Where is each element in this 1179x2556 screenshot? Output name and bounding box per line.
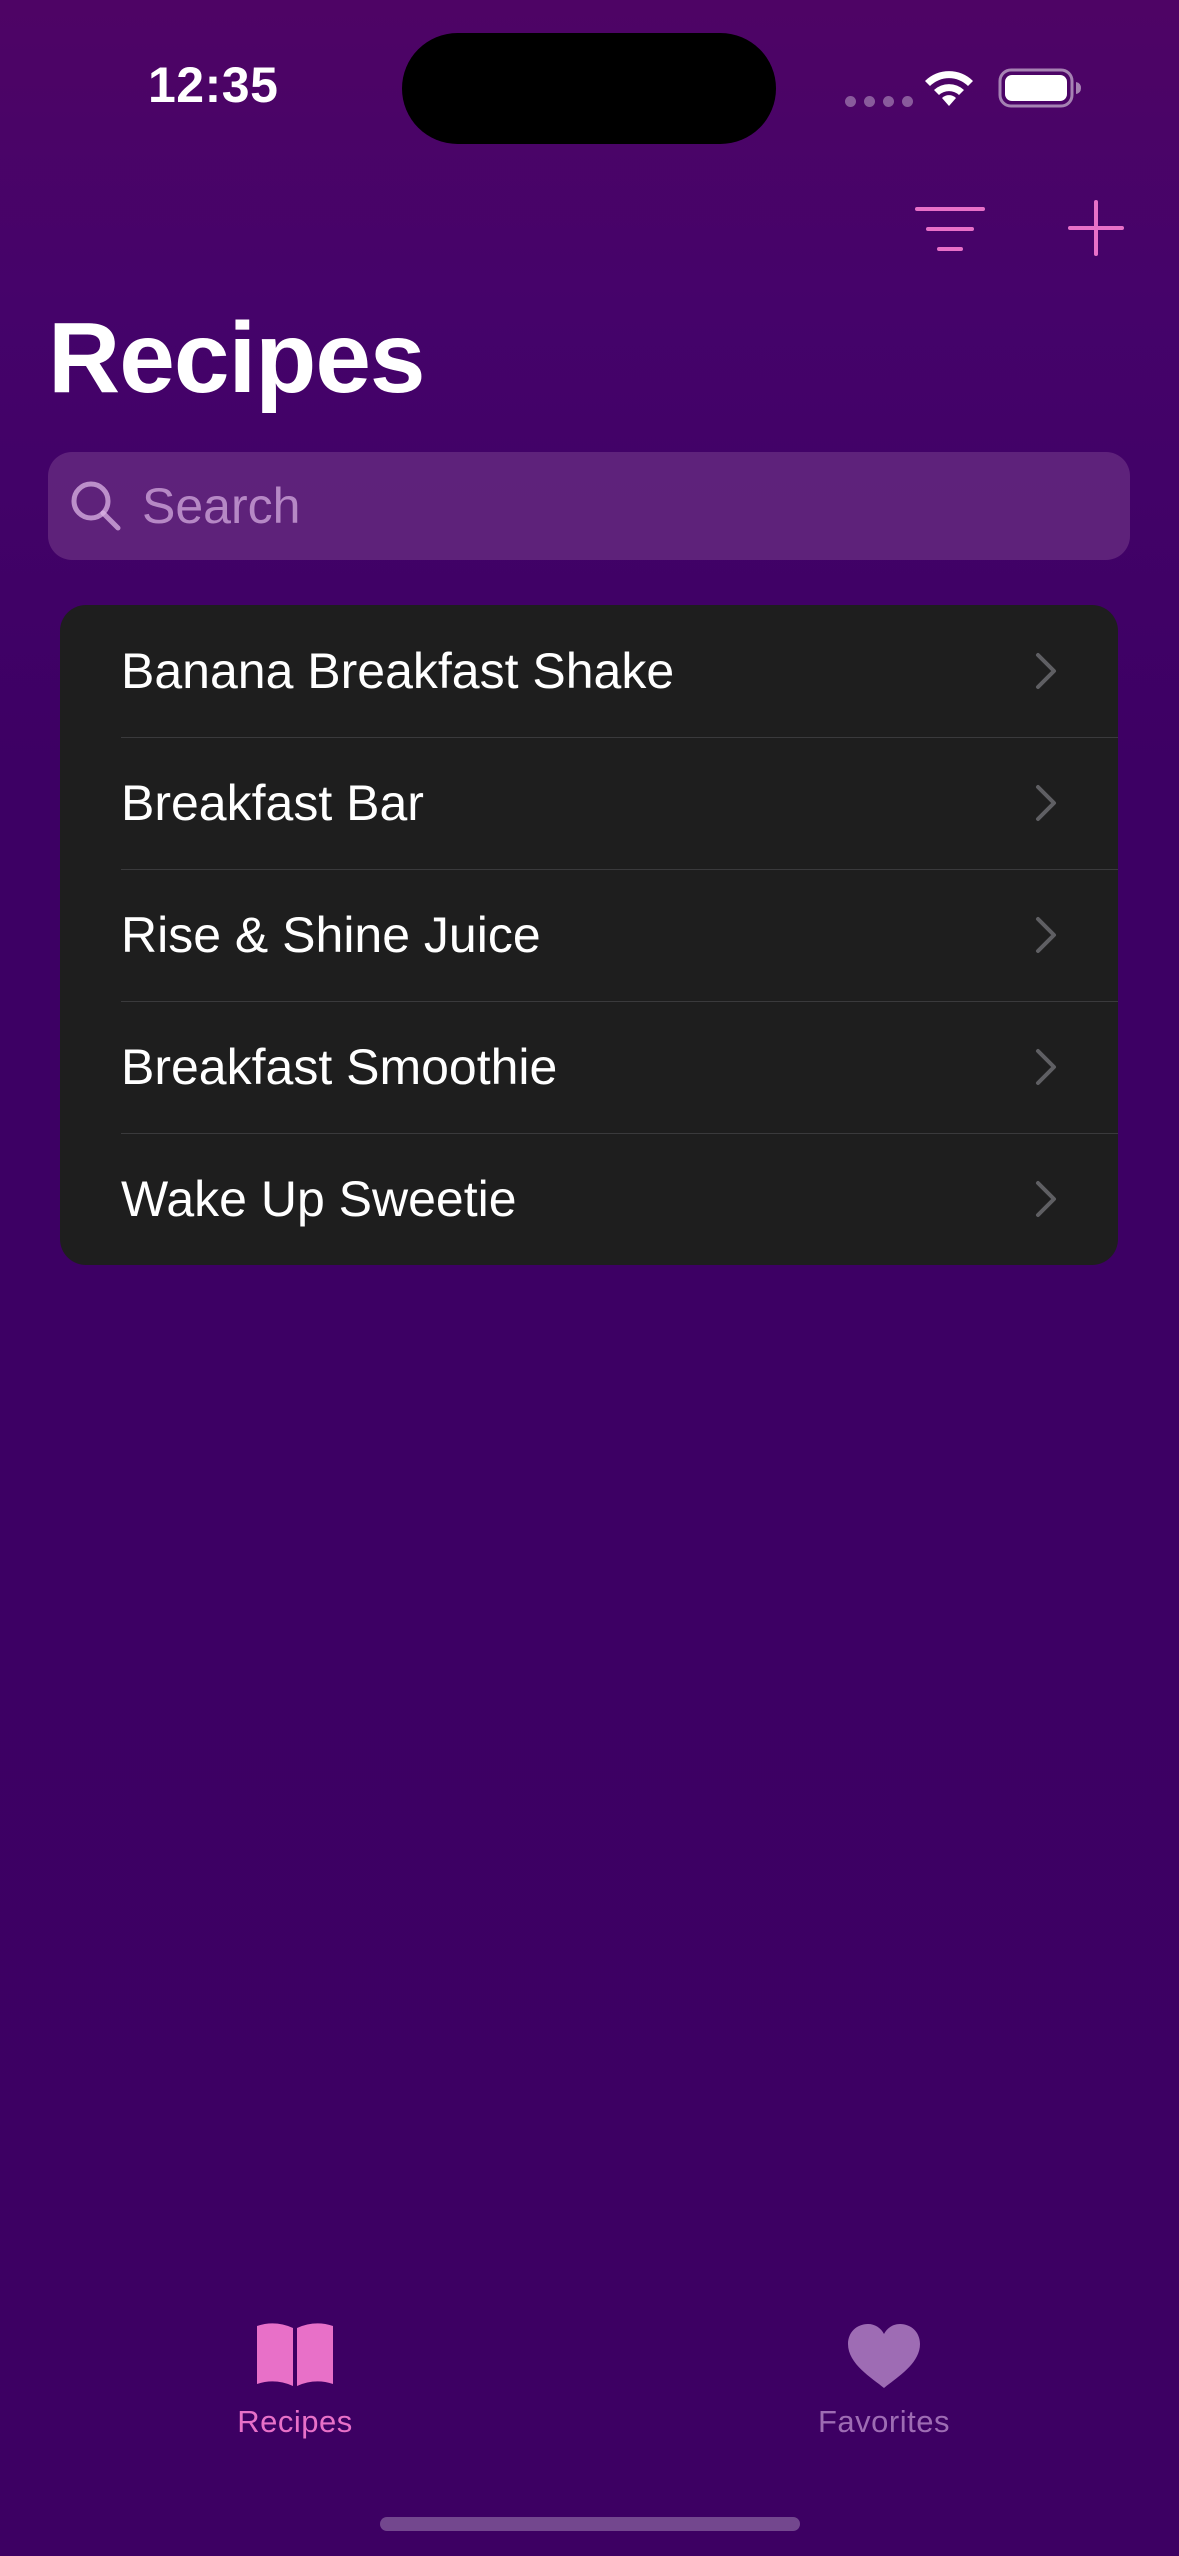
battery-icon xyxy=(998,68,1081,108)
heart-icon xyxy=(848,2324,920,2388)
search-bar[interactable] xyxy=(48,452,1130,560)
cellular-signal-icon xyxy=(845,96,913,107)
dynamic-island xyxy=(402,33,776,144)
chevron-right-icon xyxy=(1036,1049,1056,1085)
list-item-label: Banana Breakfast Shake xyxy=(121,643,675,699)
list-item[interactable]: Rise & Shine Juice xyxy=(60,869,1118,1001)
list-item-label: Wake Up Sweetie xyxy=(121,1171,517,1227)
chevron-right-icon xyxy=(1036,785,1056,821)
chevron-right-icon xyxy=(1036,653,1056,689)
plus-icon xyxy=(1068,200,1124,256)
filter-button[interactable] xyxy=(910,196,990,262)
list-item-label: Breakfast Bar xyxy=(121,775,424,831)
book-icon xyxy=(257,2323,333,2386)
search-input[interactable] xyxy=(140,465,1106,547)
wifi-icon xyxy=(925,71,973,106)
recipe-list: Banana Breakfast Shake Breakfast Bar Ris… xyxy=(60,605,1118,1265)
chevron-right-icon xyxy=(1036,917,1056,953)
page-title: Recipes xyxy=(48,302,426,414)
tab-favorites[interactable]: Favorites xyxy=(734,2320,1034,2440)
list-item[interactable]: Wake Up Sweetie xyxy=(60,1133,1118,1265)
home-indicator xyxy=(380,2517,800,2531)
list-item[interactable]: Breakfast Bar xyxy=(60,737,1118,869)
tab-label: Recipes xyxy=(237,2404,353,2439)
list-item[interactable]: Banana Breakfast Shake xyxy=(60,605,1118,737)
tab-label: Favorites xyxy=(818,2404,950,2439)
list-item-label: Rise & Shine Juice xyxy=(121,907,541,963)
chevron-right-icon xyxy=(1036,1181,1056,1217)
add-recipe-button[interactable] xyxy=(1058,190,1134,266)
status-time: 12:35 xyxy=(148,57,279,113)
list-item[interactable]: Breakfast Smoothie xyxy=(60,1001,1118,1133)
tab-recipes[interactable]: Recipes xyxy=(145,2320,445,2440)
search-icon xyxy=(71,481,121,531)
list-item-label: Breakfast Smoothie xyxy=(121,1039,558,1095)
line-horizontal-decrease-icon xyxy=(915,207,985,251)
